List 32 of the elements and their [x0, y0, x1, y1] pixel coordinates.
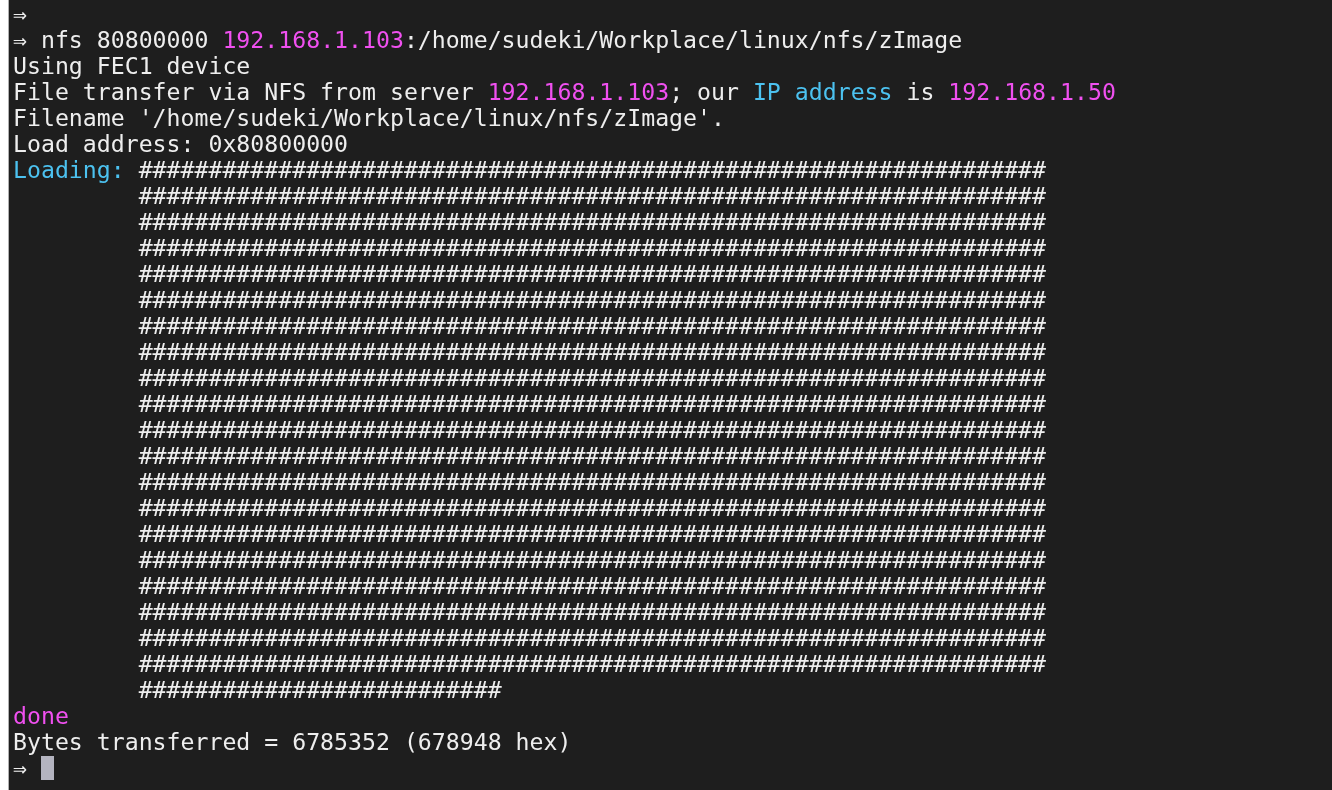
progress-hashes: ################################################################# — [138, 365, 1047, 391]
terminal-line: Using FEC1 device — [13, 53, 252, 79]
terminal-line: File transfer via NFS from server 192.168.1.103; our IP address is 192.168.1.50 — [13, 79, 1117, 105]
loading-label: Loading: — [13, 157, 126, 183]
progress-hashes: ################################################################# — [138, 651, 1047, 677]
progress-hashes: ################################################################# — [138, 521, 1047, 547]
progress-hashes: ################################################################# — [138, 157, 1047, 183]
progress-hashes: ################################################################# — [138, 339, 1047, 365]
progress-hashes: ################################################################# — [138, 443, 1047, 469]
progress-hashes: ################################################################# — [138, 287, 1047, 313]
progress-hashes: ################################################################# — [138, 495, 1047, 521]
prompt-symbol: ⇒ — [13, 755, 27, 781]
terminal-line: ⇒ nfs 80800000 192.168.1.103:/home/sudeki/Workplace/linux/nfs/zImage — [13, 27, 964, 53]
progress-hashes: ################################################################# — [138, 313, 1047, 339]
progress-hashes: ################################################################# — [138, 469, 1047, 495]
progress-hashes: ################################################################# — [138, 235, 1047, 261]
progress-hashes: ################################################################# — [138, 573, 1047, 599]
progress-hashes: ################################################################# — [138, 417, 1047, 443]
progress-hashes: ################################################################# — [138, 391, 1047, 417]
progress-hashes: ################################################################# — [138, 547, 1047, 573]
progress-hashes: ################################################################# — [138, 261, 1047, 287]
progress-hashes: ################################################################# — [138, 625, 1047, 651]
terminal-line: Load address: 0x80800000 — [13, 131, 349, 157]
progress-hashes: ################################################################# — [138, 599, 1047, 625]
terminal-line: Filename '/home/sudeki/Workplace/linux/nfs/zImage'. — [13, 105, 726, 131]
terminal-line: done — [13, 703, 70, 729]
terminal-line: Bytes transferred = 6785352 (678948 hex) — [13, 729, 573, 755]
progress-hashes: ################################################################# — [138, 183, 1047, 209]
cursor-icon — [40, 756, 54, 780]
terminal-line: ⇒ — [13, 1, 28, 27]
progress-hashes: ########################## — [138, 677, 503, 703]
progress-hashes: ################################################################# — [138, 209, 1047, 235]
